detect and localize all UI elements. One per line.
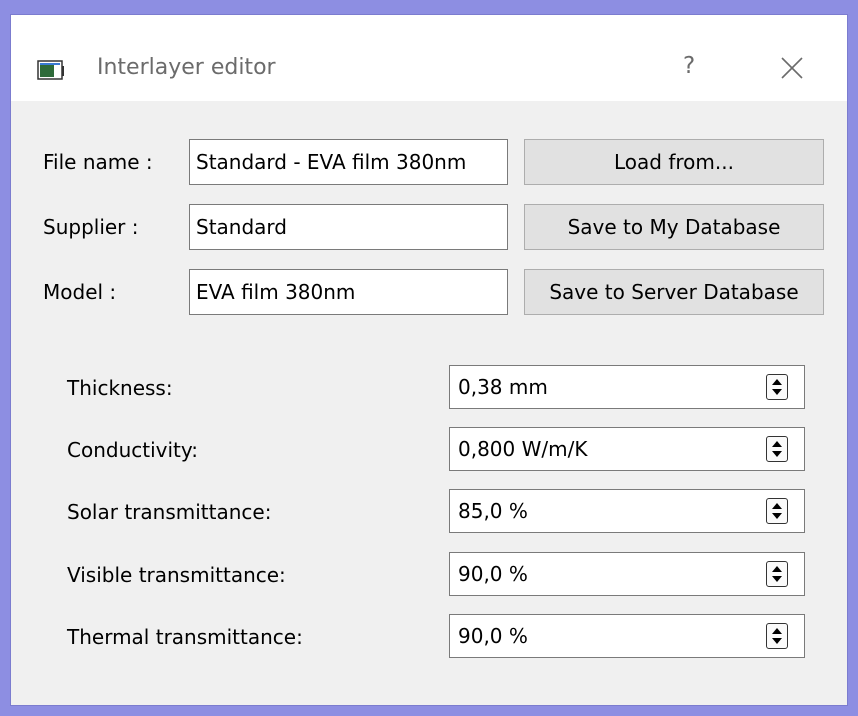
- thickness-value: 0,38 mm: [458, 375, 548, 399]
- title-bar[interactable]: Interlayer editor ?: [11, 15, 847, 101]
- model-label: Model :: [43, 280, 117, 304]
- solar-transmittance-spinbox[interactable]: 85,0 %: [449, 489, 805, 533]
- solar-transmittance-value: 85,0 %: [458, 499, 528, 523]
- spin-arrows-icon[interactable]: [766, 561, 788, 587]
- close-icon[interactable]: [777, 53, 807, 83]
- model-input[interactable]: EVA film 380nm: [189, 269, 508, 315]
- spin-arrows-icon[interactable]: [766, 374, 788, 400]
- help-button[interactable]: ?: [683, 53, 695, 79]
- spin-arrows-icon[interactable]: [766, 498, 788, 524]
- supplier-label: Supplier :: [43, 215, 139, 239]
- dialog-title: Interlayer editor: [97, 55, 276, 80]
- conductivity-value: 0,800 W/m/K: [458, 437, 588, 461]
- supplier-input[interactable]: Standard: [189, 204, 508, 250]
- load-from-button[interactable]: Load from...: [524, 139, 824, 185]
- interlayer-editor-dialog: Interlayer editor ? File name : Standard…: [10, 14, 848, 706]
- visible-transmittance-value: 90,0 %: [458, 562, 528, 586]
- solar-transmittance-label: Solar transmittance:: [67, 500, 272, 524]
- spin-arrows-icon[interactable]: [766, 623, 788, 649]
- thickness-spinbox[interactable]: 0,38 mm: [449, 365, 805, 409]
- save-to-server-database-button[interactable]: Save to Server Database: [524, 269, 824, 315]
- file-name-label: File name :: [43, 150, 153, 174]
- file-name-input[interactable]: Standard - EVA film 380nm: [189, 139, 508, 185]
- thermal-transmittance-value: 90,0 %: [458, 624, 528, 648]
- app-window-icon: [37, 60, 64, 80]
- thermal-transmittance-label: Thermal transmittance:: [67, 625, 303, 649]
- visible-transmittance-spinbox[interactable]: 90,0 %: [449, 552, 805, 596]
- conductivity-spinbox[interactable]: 0,800 W/m/K: [449, 427, 805, 471]
- thermal-transmittance-spinbox[interactable]: 90,0 %: [449, 614, 805, 658]
- save-to-my-database-button[interactable]: Save to My Database: [524, 204, 824, 250]
- visible-transmittance-label: Visible transmittance:: [67, 563, 286, 587]
- spin-arrows-icon[interactable]: [766, 436, 788, 462]
- conductivity-label: Conductivity:: [67, 438, 198, 462]
- thickness-label: Thickness:: [67, 376, 173, 400]
